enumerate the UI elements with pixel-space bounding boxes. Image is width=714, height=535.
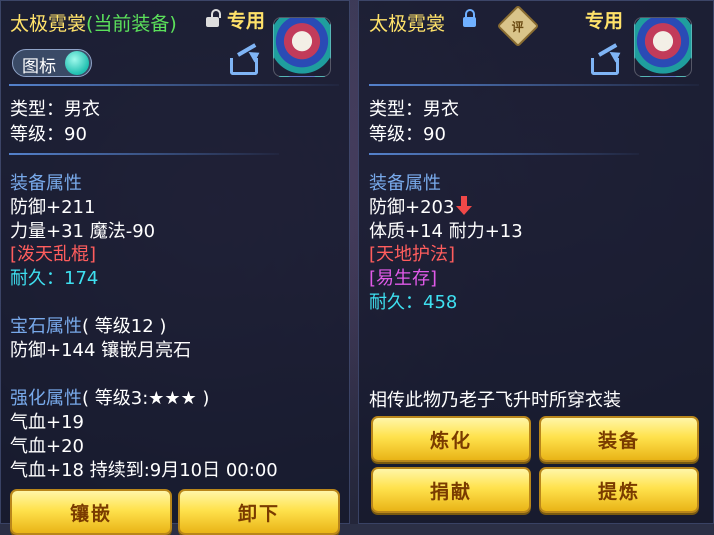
gem-attr-line: 宝石属性( 等级12 ) [10,312,166,338]
share-icon[interactable] [591,43,624,75]
gem-attr-header: 宝石属性 [10,316,82,337]
gem-level: ( 等级12 ) [82,316,167,337]
enhance-stat: 气血+20 [10,436,84,457]
inlay-button[interactable]: 镶嵌 [10,489,172,535]
exclusive-label: 专用 [227,10,266,32]
share-icon[interactable] [230,43,263,75]
unlocked-icon[interactable] [206,9,221,27]
item-title: 太极霓裳(当前装备) [10,9,177,36]
item-title: 太极霓裳 [369,9,445,36]
toggle-knob [65,51,89,75]
divider [369,153,639,155]
current-equipped-label: (当前装备) [86,13,177,35]
current-equipment-panel: 太极霓裳(当前装备) 专用 图标 类型：男衣 等级：90 装备属性 防御+211… [0,0,350,535]
locked-icon[interactable] [463,9,476,27]
avatar [273,17,331,77]
donate-button[interactable]: 捐献 [371,467,531,513]
icon-toggle[interactable]: 图标 [12,49,92,77]
divider [9,153,279,155]
enhance-stat: 气血+19 [10,412,84,433]
item-type: 类型：男衣 [10,99,100,120]
equip-button[interactable]: 装备 [539,416,699,462]
enhance-attr-line: 强化属性( 等级3:★★★ ) [10,384,209,410]
special-effect: [天地护法] [369,244,456,265]
enhance-stat: 气血+18 持续到:9月10日 00:00 [10,460,278,481]
extract-button[interactable]: 提炼 [539,467,699,513]
gem-stat: 防御+144 镶嵌月亮石 [10,340,192,361]
exclusive-label: 专用 [585,10,624,32]
equip-attr-header: 装备属性 [369,173,441,194]
compare-equipment-panel: 太极霓裳 评 专用 类型：男衣 等级：90 装备属性 防御+203 体质+14 … [358,0,714,524]
unequip-button[interactable]: 卸下 [178,489,340,535]
divider [369,84,699,86]
enhance-level: ( 等级3:★★★ ) [82,388,210,409]
item-name: 太极霓裳 [10,13,87,35]
stat-line: 防御+203 [369,193,473,219]
rate-icon[interactable]: 评 [496,4,540,48]
enhance-attr-header: 强化属性 [10,388,82,409]
divider [9,84,339,86]
durability: 耐久：458 [369,292,458,313]
special-effect: [易生存] [369,268,438,289]
equip-attr-header: 装备属性 [10,173,82,194]
item-type: 类型：男衣 [369,99,459,120]
item-description: 相传此物乃老子飞升时所穿衣装 [369,390,621,411]
avatar [634,17,692,77]
refine-button[interactable]: 炼化 [371,416,531,462]
item-name: 太极霓裳 [369,13,446,35]
stat-line: 防御+211 [10,197,96,218]
down-arrow-icon [456,196,473,216]
special-effect: [泼天乱棍] [10,244,97,265]
icon-toggle-label: 图标 [22,57,56,77]
defense-stat: 防御+203 [369,197,455,218]
item-level: 等级：90 [369,124,446,145]
durability: 耐久：174 [10,268,99,289]
item-level: 等级：90 [10,124,87,145]
